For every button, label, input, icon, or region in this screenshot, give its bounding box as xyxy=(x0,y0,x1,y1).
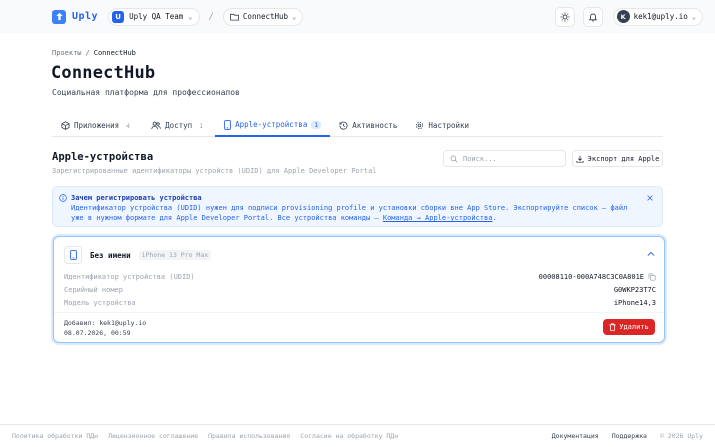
chevron-down-icon: ⌄ xyxy=(188,12,193,21)
phone-icon xyxy=(224,119,231,130)
tab-apps[interactable]: Приложения 4 xyxy=(52,114,142,137)
footer-link-privacy[interactable]: Политика обработки ПДн xyxy=(12,432,98,440)
bell-icon xyxy=(588,13,597,22)
avatar: K xyxy=(616,10,630,23)
chevron-up-icon[interactable] xyxy=(647,251,655,257)
tab-count: 1 xyxy=(199,121,204,130)
breadcrumb-projects-link[interactable]: Проекты xyxy=(52,49,82,57)
device-details: Идентификатор устройства (UDID) 00008110… xyxy=(64,270,656,309)
logo[interactable]: Uply xyxy=(52,9,99,24)
users-icon xyxy=(151,121,161,130)
user-email: kek1@uply.io xyxy=(633,12,688,21)
footer-link-terms[interactable]: Правила использования xyxy=(208,432,290,440)
top-bar: Uply U Uply QA Team ⌄ / ConnectHub ⌄ K k… xyxy=(0,0,715,33)
export-button[interactable]: Экспорт для Apple xyxy=(572,150,663,167)
user-menu[interactable]: K kek1@uply.io ⌄ xyxy=(612,7,703,26)
project-switcher[interactable]: ConnectHub ⌄ xyxy=(222,7,304,26)
page-subtitle: Социальная платформа для профессионалов xyxy=(52,88,240,97)
gear-icon xyxy=(416,121,424,130)
phone-icon xyxy=(64,246,82,264)
logo-icon xyxy=(52,9,66,24)
info-banner: Зачем регистрировать устройства Идентифи… xyxy=(52,186,663,227)
copy-icon[interactable] xyxy=(648,273,656,281)
delete-button[interactable]: Удалить xyxy=(603,319,655,335)
export-label: Экспорт для Apple xyxy=(587,154,660,163)
history-icon xyxy=(339,121,348,130)
detail-label: Идентификатор устройства (UDID) xyxy=(64,272,195,281)
breadcrumb: Проекты / ConnectHub xyxy=(52,49,136,57)
breadcrumb-current: ConnectHub xyxy=(93,49,136,57)
info-icon xyxy=(59,194,67,202)
chevron-down-icon: ⌄ xyxy=(292,12,297,21)
device-name: Без имени xyxy=(90,250,131,260)
footer-copyright: © 2026 Uply xyxy=(659,432,703,440)
footer: Политика обработки ПДн Лицензионное согл… xyxy=(0,424,715,447)
delete-label: Удалить xyxy=(619,323,649,331)
tab-bar: Приложения 4 Доступ 1 Apple-устройства 1… xyxy=(52,114,663,137)
tab-access[interactable]: Доступ 1 xyxy=(142,114,215,137)
divider xyxy=(54,312,664,313)
device-model-badge: iPhone 13 Pro Max xyxy=(138,250,212,260)
search-box[interactable] xyxy=(443,150,566,167)
footer-docs-link[interactable]: Документация xyxy=(552,432,599,440)
tab-label: Активность xyxy=(352,121,398,130)
section-title: Apple-устройства xyxy=(52,151,154,163)
tab-apple-devices[interactable]: Apple-устройства 1 xyxy=(215,114,331,137)
search-input[interactable] xyxy=(463,154,558,163)
tab-label: Apple-устройства xyxy=(235,120,308,129)
breadcrumb-separator: / xyxy=(85,49,90,57)
added-by: Добавил: kek1@uply.io xyxy=(64,319,147,327)
sun-icon xyxy=(560,12,570,21)
download-icon xyxy=(576,155,584,163)
tab-count: 4 xyxy=(126,121,131,130)
tab-label: Настройки xyxy=(428,121,470,130)
tab-activity[interactable]: Активность xyxy=(330,114,406,137)
footer-link-consent[interactable]: Согласие на обработку ПДн xyxy=(300,432,398,440)
tab-count: 1 xyxy=(311,120,322,129)
added-at: 08.07.2026, 00:59 xyxy=(64,329,131,337)
info-body: Идентификатор устройства (UDID) нужен дл… xyxy=(71,204,628,222)
detail-label: Модель устройства xyxy=(64,298,136,307)
box-icon xyxy=(61,121,70,130)
team-name: Uply QA Team xyxy=(129,12,184,21)
detail-row-serial: Серийный номер G0WKP23T7C xyxy=(64,283,656,296)
added-info: Добавил: kek1@uply.io 08.07.2026, 00:59 xyxy=(64,318,146,338)
footer-support-link[interactable]: Поддержка xyxy=(612,432,647,440)
device-card: Без имени iPhone 13 Pro Max Идентификато… xyxy=(53,236,665,343)
section-subtitle: Зарегистрированные идентификаторы устрой… xyxy=(52,167,377,175)
project-name: ConnectHub xyxy=(242,12,289,21)
model-value: iPhone14,3 xyxy=(613,298,656,307)
detail-label: Серийный номер xyxy=(64,285,124,294)
notifications-button[interactable] xyxy=(582,6,603,27)
search-icon xyxy=(450,155,458,162)
team-avatar: U xyxy=(112,10,125,23)
footer-link-license[interactable]: Лицензионное соглашение xyxy=(108,432,198,440)
info-title: Зачем регистрировать устройства xyxy=(71,194,202,202)
info-body-end: . xyxy=(492,214,497,222)
tab-label: Приложения xyxy=(74,121,120,130)
page-title: ConnectHub xyxy=(51,63,156,83)
brand-name: Uply xyxy=(72,11,99,22)
udid-value: 00008110-000A748C3C0A801E xyxy=(538,272,644,281)
serial-value: G0WKP23T7C xyxy=(613,285,656,294)
team-devices-link[interactable]: Команда → Apple-устройства xyxy=(383,214,493,222)
team-switcher[interactable]: U Uply QA Team ⌄ xyxy=(108,7,200,26)
close-icon[interactable] xyxy=(646,194,654,202)
info-text: Идентификатор устройства (UDID) нужен дл… xyxy=(71,203,632,223)
detail-row-udid: Идентификатор устройства (UDID) 00008110… xyxy=(64,270,656,283)
header-separator: / xyxy=(208,11,214,22)
folder-icon xyxy=(229,13,239,21)
chevron-down-icon: ⌄ xyxy=(691,12,696,21)
theme-toggle-button[interactable] xyxy=(554,6,575,27)
trash-icon xyxy=(609,323,616,331)
detail-row-model: Модель устройства iPhone14,3 xyxy=(64,296,656,309)
tab-label: Доступ xyxy=(165,121,193,130)
tab-settings[interactable]: Настройки xyxy=(406,114,478,137)
device-header[interactable]: Без имени iPhone 13 Pro Max xyxy=(64,246,212,264)
